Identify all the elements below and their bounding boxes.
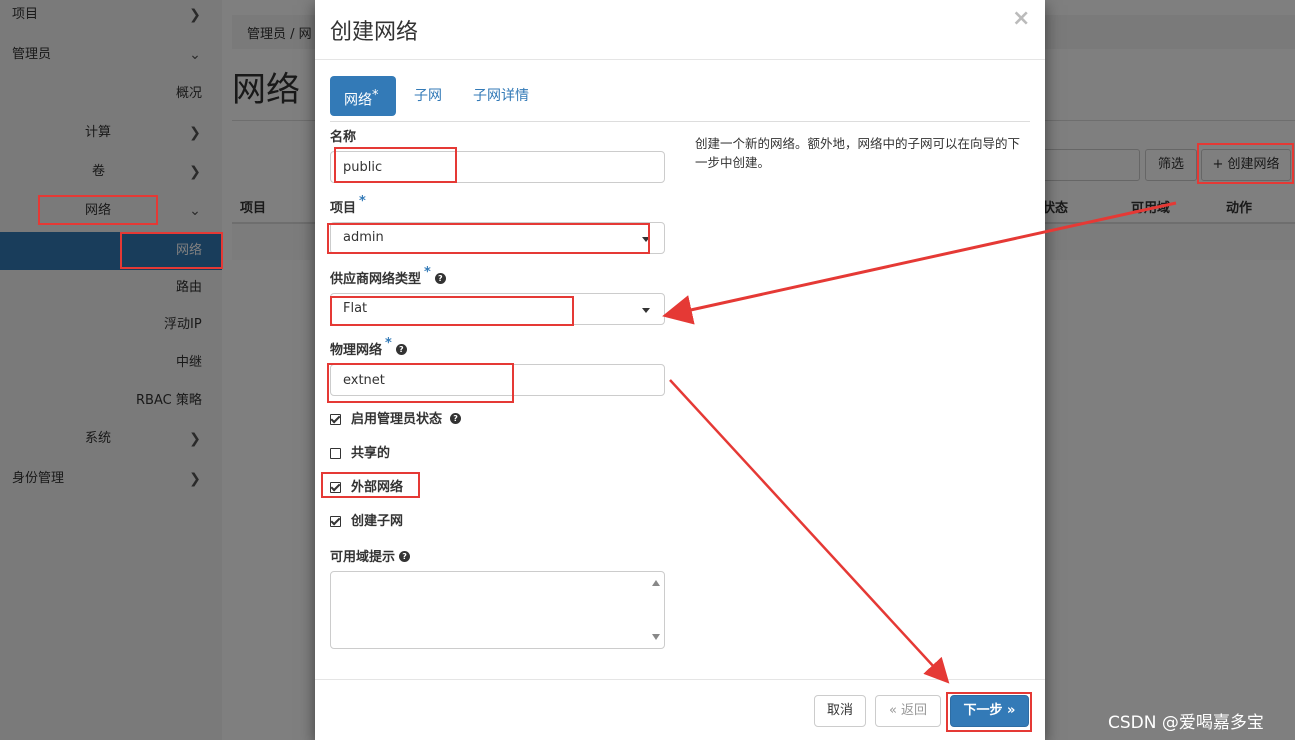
watermark: CSDN @爱喝嘉多宝 [1108,713,1264,733]
annotation-arrows [662,201,1177,684]
annotation-arrow [662,201,1177,325]
annotation-arrow [669,379,950,684]
